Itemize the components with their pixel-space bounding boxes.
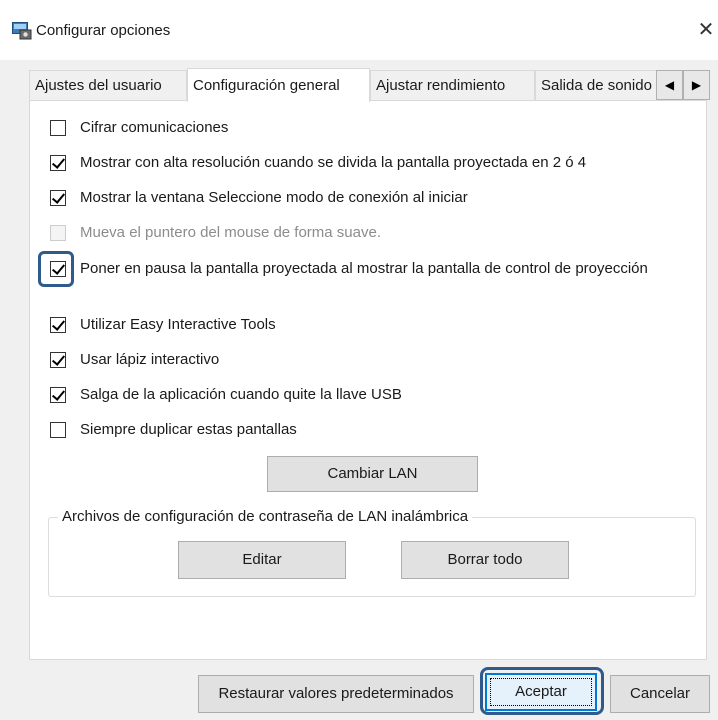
group-legend: Archivos de configuración de contraseña …	[58, 507, 473, 527]
checkbox[interactable]	[50, 190, 66, 206]
wireless-lan-config-group	[48, 517, 696, 597]
configure-options-dialog: Configurar opciones ✕ Ajustes del usuari…	[0, 0, 718, 720]
tab-scroll-right-icon[interactable]: ▶	[683, 70, 710, 100]
checkbox	[50, 225, 66, 241]
window-title: Configurar opciones	[36, 22, 171, 39]
option-label: Usar lápiz interactivo	[80, 351, 220, 368]
change-lan-button[interactable]: Cambiar LAN	[267, 456, 478, 492]
option-label: Utilizar Easy Interactive Tools	[80, 316, 276, 333]
clear-all-button[interactable]: Borrar todo	[401, 541, 569, 579]
checkbox[interactable]	[50, 387, 66, 403]
checkbox[interactable]	[50, 155, 66, 171]
checkbox[interactable]	[50, 352, 66, 368]
edit-button[interactable]: Editar	[178, 541, 346, 579]
close-icon[interactable]: ✕	[694, 16, 718, 44]
tab-sound-output[interactable]: Salida de sonido	[535, 70, 658, 100]
restore-defaults-button[interactable]: Restaurar valores predeterminados	[198, 675, 474, 713]
title-bar: Configurar opciones ✕	[0, 0, 718, 60]
option-label: Cifrar comunicaciones	[80, 119, 229, 136]
option-label: Siempre duplicar estas pantallas	[80, 421, 297, 438]
option-label: Mostrar la ventana Seleccione modo de co…	[80, 189, 468, 206]
checkbox[interactable]	[50, 120, 66, 136]
option-label: Mueva el puntero del mouse de forma suav…	[80, 224, 382, 241]
tab-scroll-left-icon[interactable]: ◀	[656, 70, 683, 100]
tab-general-settings[interactable]: Configuración general	[187, 68, 370, 102]
option-label: Salga de la aplicación cuando quite la l…	[80, 386, 402, 403]
callout-highlight	[480, 667, 604, 715]
tab-adjust-performance[interactable]: Ajustar rendimiento	[370, 70, 535, 100]
option-label: Poner en pausa la pantalla proyectada al…	[80, 260, 648, 277]
callout-highlight	[38, 251, 74, 287]
projector-settings-icon	[12, 22, 32, 40]
checkbox[interactable]	[50, 422, 66, 438]
option-label: Mostrar con alta resolución cuando se di…	[80, 154, 587, 171]
cancel-button[interactable]: Cancelar	[610, 675, 710, 713]
tab-user-settings[interactable]: Ajustes del usuario	[29, 70, 187, 100]
checkbox[interactable]	[50, 317, 66, 333]
